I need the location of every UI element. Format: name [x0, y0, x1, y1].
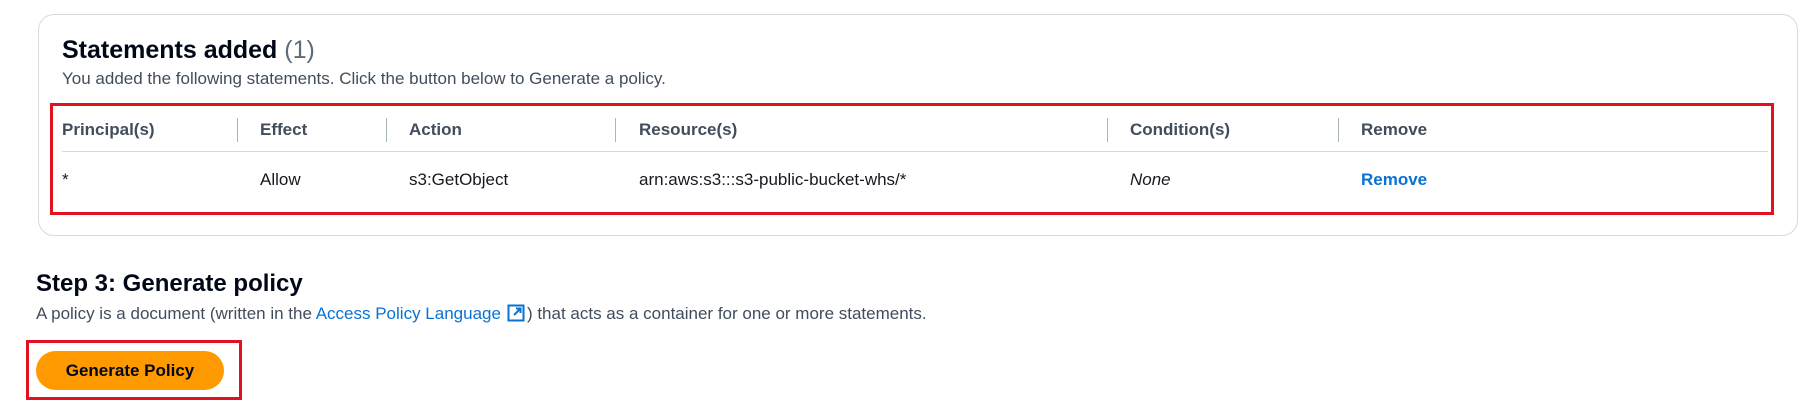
step3-description: A policy is a document (written in the A…: [36, 304, 927, 324]
column-header-resources: Resource(s): [639, 120, 738, 139]
cell-principal: *: [62, 170, 69, 189]
column-header-conditions: Condition(s): [1130, 120, 1231, 139]
cell-resource: arn:aws:s3:::s3-public-bucket-whs/*: [639, 170, 907, 189]
column-header-action: Action: [409, 120, 462, 139]
column-header-remove: Remove: [1361, 120, 1428, 139]
statements-count: (1): [284, 36, 315, 64]
statements-description: You added the following statements. Clic…: [62, 69, 666, 88]
column-divider: [615, 118, 616, 142]
column-divider: [1338, 118, 1339, 142]
cell-condition: None: [1130, 170, 1171, 189]
cell-action: s3:GetObject: [409, 170, 509, 189]
remove-link[interactable]: Remove: [1361, 152, 1427, 208]
table-row: * Allow s3:GetObject arn:aws:s3:::s3-pub…: [62, 152, 1768, 208]
external-link-icon: [507, 304, 525, 322]
column-header-principals: Principal(s): [62, 120, 155, 139]
access-policy-language-link[interactable]: Access Policy Language: [316, 304, 527, 323]
step3-desc-before: A policy is a document (written in the: [36, 304, 316, 323]
statements-table-header: Principal(s) Effect Action Resource(s) C…: [62, 109, 1768, 152]
generate-policy-button[interactable]: Generate Policy: [36, 351, 224, 390]
column-header-effect: Effect: [260, 120, 308, 139]
column-divider: [386, 118, 387, 142]
column-divider: [1107, 118, 1108, 142]
step3-desc-after: ) that acts as a container for one or mo…: [526, 304, 927, 323]
statements-title: Statements added (1): [62, 36, 315, 65]
column-divider: [237, 118, 238, 142]
access-policy-language-link-text: Access Policy Language: [315, 304, 501, 323]
cell-effect: Allow: [260, 170, 301, 189]
step3-title: Step 3: Generate policy: [36, 270, 303, 297]
statements-title-text: Statements added: [62, 36, 278, 64]
